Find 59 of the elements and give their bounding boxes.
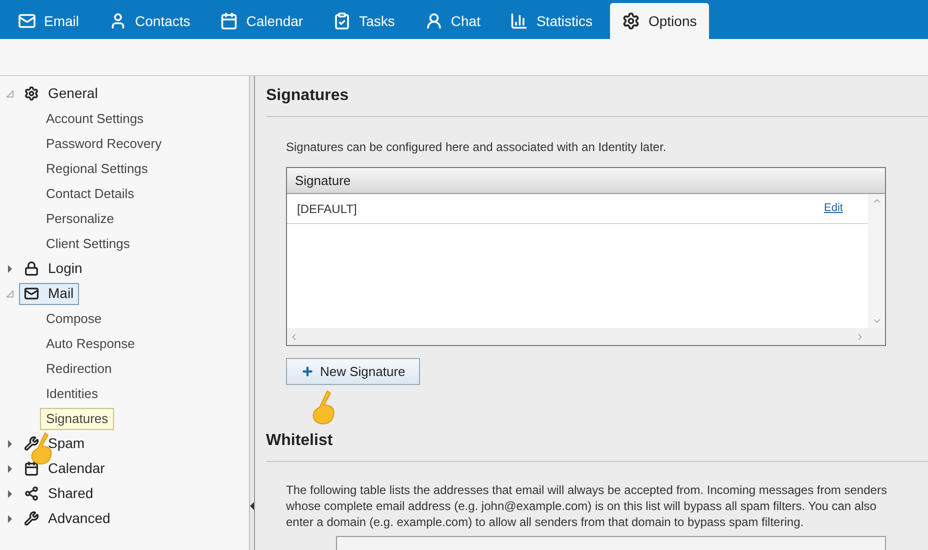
- edit-link[interactable]: Edit: [824, 200, 843, 217]
- tree-item[interactable]: Redirection: [40, 358, 118, 380]
- tree-item[interactable]: Advanced: [19, 508, 116, 530]
- dropdown-field[interactable]: [336, 536, 886, 550]
- tree-item[interactable]: Mail: [19, 282, 79, 304]
- vertical-scrollbar[interactable]: [868, 194, 885, 328]
- clipboard-check-icon: [333, 12, 352, 30]
- bar-chart-icon: [510, 12, 528, 30]
- section-title: Whitelist: [266, 431, 334, 451]
- person-icon: [424, 12, 443, 30]
- collapse-arrow-icon[interactable]: [250, 502, 254, 510]
- settings-icon: [622, 12, 640, 30]
- nav-tab[interactable]: Contacts: [97, 3, 202, 39]
- calendar-icon: [220, 12, 238, 30]
- tree-item[interactable]: Password Recovery: [40, 132, 168, 154]
- expanded-arrow-icon[interactable]: [6, 90, 14, 98]
- nav-tab[interactable]: Statistics: [498, 3, 604, 39]
- tree-item[interactable]: Shared: [19, 482, 98, 504]
- horizontal-scrollbar[interactable]: [287, 328, 885, 345]
- collapsed-arrow-icon[interactable]: [6, 490, 14, 498]
- section-title: Signatures: [266, 86, 350, 106]
- tree-item[interactable]: Signatures: [40, 408, 114, 430]
- nav-tab[interactable]: Tasks: [321, 3, 407, 39]
- wrench-icon: [24, 511, 39, 526]
- collapsed-arrow-icon[interactable]: [6, 464, 14, 472]
- nav-tab[interactable]: Chat: [412, 3, 492, 39]
- nav-tab[interactable]: Calendar: [208, 3, 316, 39]
- table-cell-text: [DEFAULT]: [297, 200, 357, 218]
- nav-tab[interactable]: Options: [610, 3, 709, 39]
- tree-item[interactable]: Calendar: [19, 458, 110, 480]
- lock-icon: [24, 261, 39, 276]
- envelope-icon: [18, 12, 36, 30]
- settings-icon: [24, 86, 39, 101]
- plus-icon: [301, 365, 314, 378]
- tree-item[interactable]: Identities: [40, 382, 104, 404]
- collapsed-arrow-icon[interactable]: [6, 514, 14, 522]
- tree-item[interactable]: Regional Settings: [40, 158, 154, 180]
- share-icon: [24, 486, 39, 501]
- tree-item[interactable]: Account Settings: [40, 108, 150, 130]
- tree-item[interactable]: Compose: [40, 308, 108, 330]
- wrench-icon: [24, 436, 39, 451]
- new-signature-button[interactable]: New Signature: [286, 358, 420, 385]
- nav-tab[interactable]: Email: [6, 3, 92, 39]
- tree-item[interactable]: Spam: [19, 432, 90, 454]
- section-description: The following table lists the addresses that email will always be accepted from. Incoming messages from senders whose complete email address (e.g. john@example.com) is on this list will bypass all spam filters. You can also enter a domain (e.g. example.com) to allow all senders from that domain to bypass spam filtering.: [286, 482, 888, 530]
- expanded-arrow-icon[interactable]: [6, 290, 14, 298]
- collapsed-arrow-icon[interactable]: [6, 440, 14, 448]
- tree-item[interactable]: Contact Details: [40, 182, 140, 204]
- pointing-hand-icon: [310, 390, 336, 426]
- section-description: Signatures can be configured here and associated with an Identity later.: [286, 139, 668, 156]
- tree-item[interactable]: Auto Response: [40, 332, 141, 354]
- tree-item[interactable]: Client Settings: [40, 232, 136, 254]
- tree-item[interactable]: Login: [19, 258, 88, 280]
- tree-item[interactable]: General: [19, 82, 103, 104]
- column-header: Signature: [295, 172, 351, 190]
- envelope-icon: [24, 286, 39, 301]
- calendar-icon: [24, 461, 39, 476]
- tree-item[interactable]: Personalize: [40, 208, 120, 230]
- collapsed-arrow-icon[interactable]: [6, 264, 14, 272]
